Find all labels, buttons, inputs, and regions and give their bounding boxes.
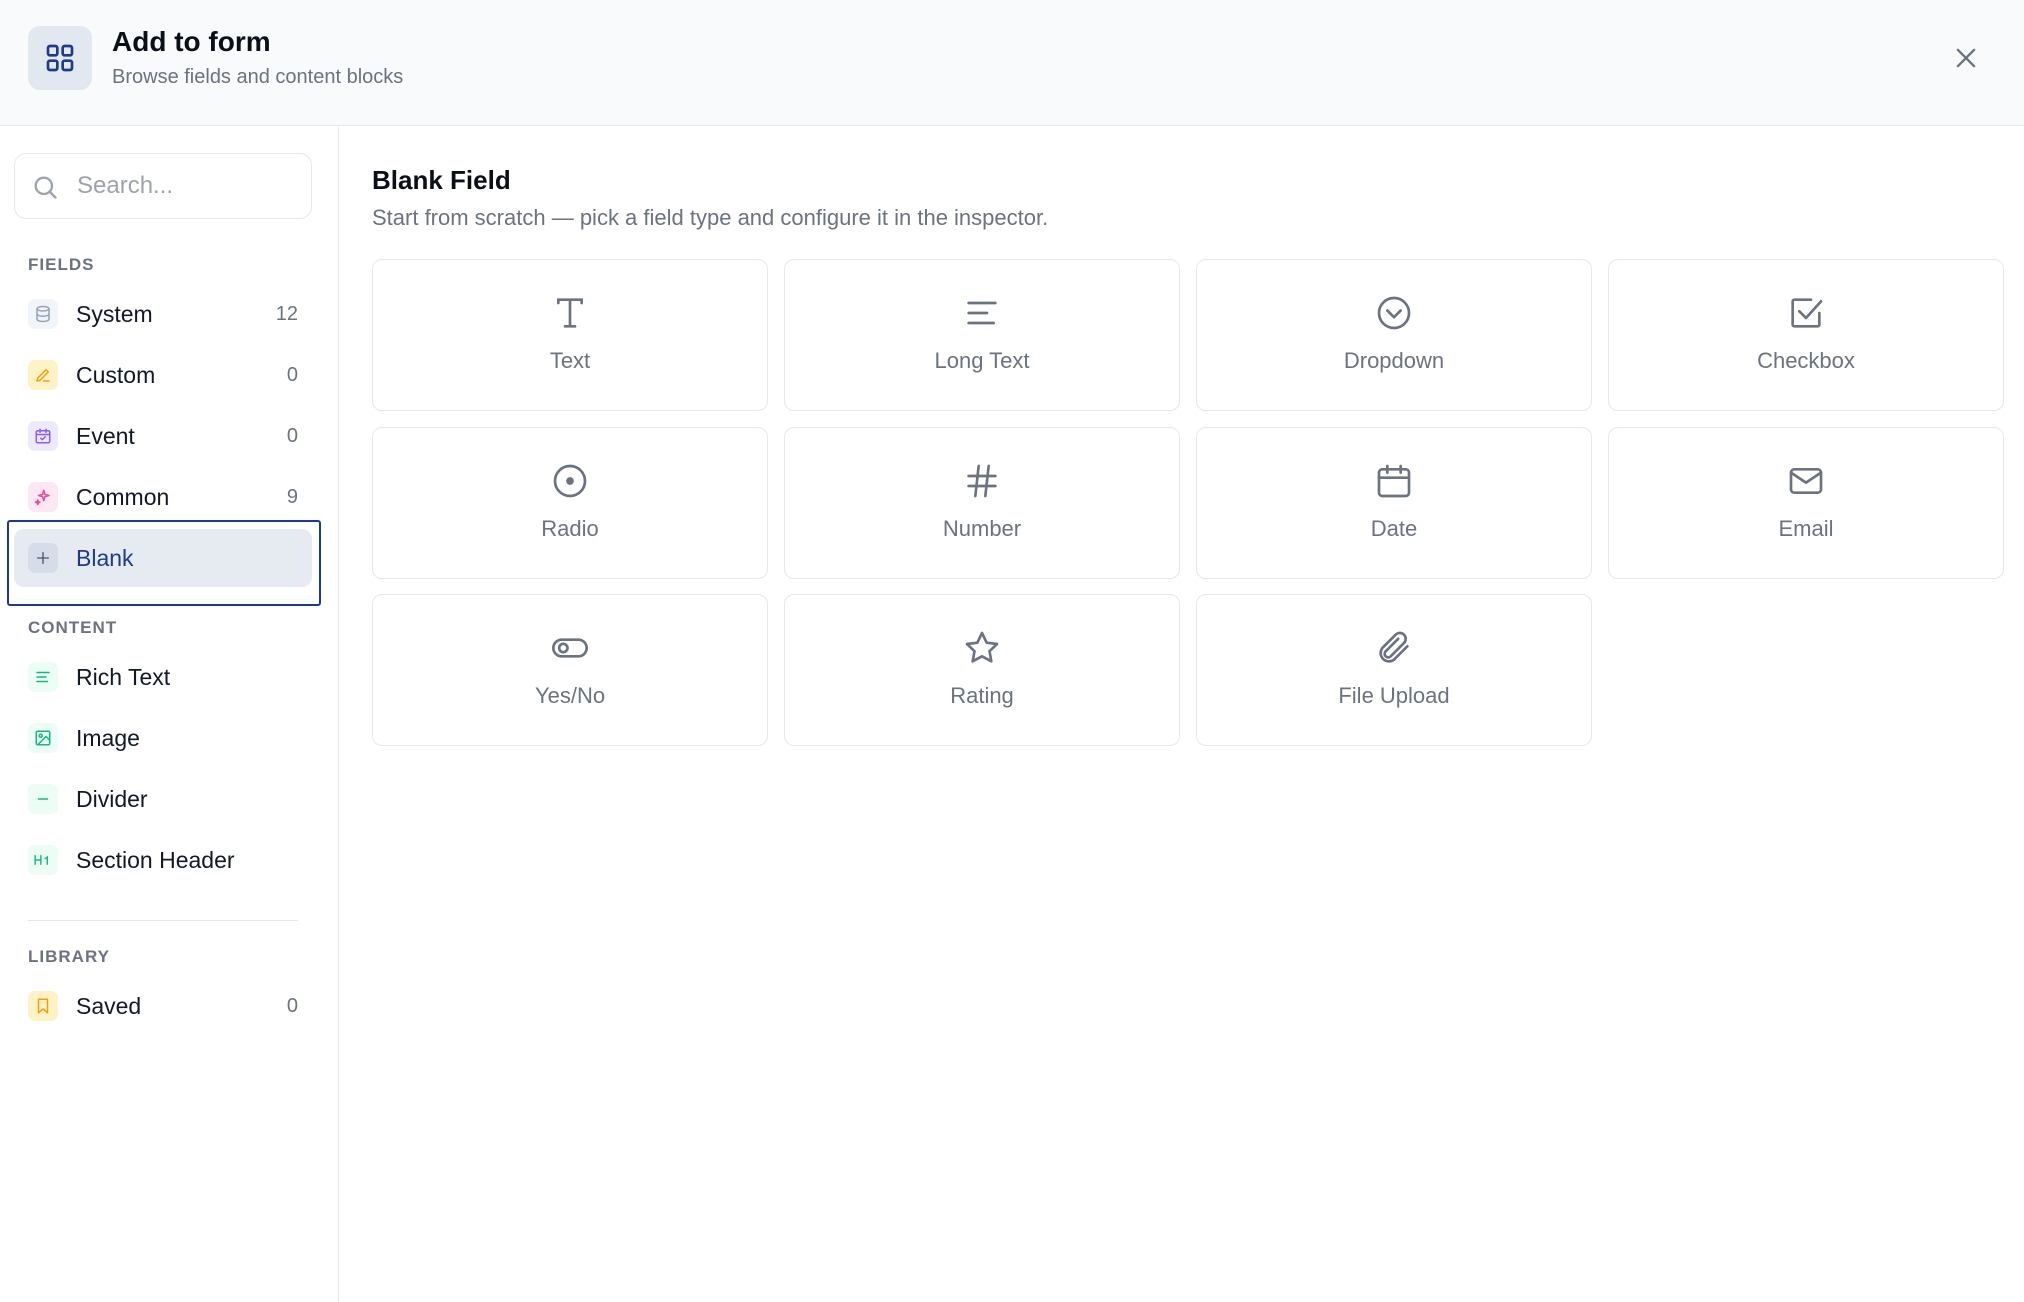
- text-type-icon: [549, 292, 591, 334]
- pencil-icon: [28, 360, 58, 390]
- search-input[interactable]: [77, 166, 297, 206]
- sidebar-item-saved[interactable]: Saved 0: [14, 977, 312, 1035]
- calendar-icon: [1373, 460, 1415, 502]
- field-card-dropdown[interactable]: Dropdown: [1196, 259, 1592, 411]
- close-icon: [1956, 48, 1976, 68]
- sidebar-item-label: Image: [76, 724, 140, 751]
- mail-icon: [1785, 460, 1827, 502]
- main-panel: Blank Field Start from scratch — pick a …: [340, 127, 2024, 1302]
- hash-icon: [961, 460, 1003, 502]
- search-box: [14, 153, 312, 219]
- sidebar-divider: [28, 920, 298, 921]
- plus-icon: [28, 543, 58, 573]
- search-icon: [34, 176, 57, 199]
- field-card-label: Number: [942, 516, 1022, 541]
- field-card-label: Yes/No: [534, 683, 606, 708]
- align-left-icon: [961, 292, 1003, 334]
- field-card-label: Date: [1370, 516, 1418, 541]
- sidebar-item-label: Divider: [76, 785, 148, 812]
- field-card-label: Text: [549, 348, 591, 373]
- field-card-date[interactable]: Date: [1196, 427, 1592, 579]
- sidebar-item-event[interactable]: Event 0: [14, 407, 312, 465]
- sidebar-item-section-header[interactable]: Section Header: [14, 831, 312, 889]
- minus-icon: [28, 784, 58, 814]
- sidebar-item-count: 0: [286, 994, 298, 1017]
- sidebar-item-custom[interactable]: Custom 0: [14, 346, 312, 404]
- sidebar-item-image[interactable]: Image: [14, 709, 312, 767]
- paperclip-icon: [1373, 627, 1415, 669]
- page-description: Start from scratch — pick a field type a…: [372, 205, 1049, 230]
- heading-icon: [28, 845, 58, 875]
- field-card-file-upload[interactable]: File Upload: [1196, 594, 1592, 746]
- sidebar-item-rich-text[interactable]: Rich Text: [14, 648, 312, 706]
- calendar-check-icon: [28, 421, 58, 451]
- sidebar: FIELDS System 12 Custom 0 Event 0: [0, 127, 339, 1302]
- field-card-number[interactable]: Number: [784, 427, 1180, 579]
- chevron-circle-icon: [1373, 292, 1415, 334]
- section-label-library: LIBRARY: [28, 947, 110, 966]
- image-icon: [28, 723, 58, 753]
- field-card-rating[interactable]: Rating: [784, 594, 1180, 746]
- modal-header: Add to form Browse fields and content bl…: [0, 0, 2024, 126]
- page-title: Blank Field: [372, 165, 511, 195]
- field-card-label: Email: [1778, 516, 1834, 541]
- sidebar-item-count: 0: [286, 363, 298, 386]
- field-card-label: Radio: [541, 516, 599, 541]
- field-card-checkbox[interactable]: Checkbox: [1608, 259, 2004, 411]
- sparkles-icon: [28, 482, 58, 512]
- field-card-label: Checkbox: [1757, 348, 1855, 373]
- star-icon: [961, 627, 1003, 669]
- field-card-label: File Upload: [1338, 683, 1450, 708]
- field-card-text[interactable]: Text: [372, 259, 768, 411]
- add-to-form-modal: Add to form Browse fields and content bl…: [0, 0, 2024, 1302]
- sidebar-item-label: Common: [76, 483, 170, 510]
- section-label-fields: FIELDS: [28, 255, 95, 274]
- modal-title: Add to form: [112, 26, 271, 57]
- sidebar-item-count: 0: [286, 424, 298, 447]
- field-card-label: Long Text: [934, 348, 1030, 373]
- text-lines-icon: [28, 662, 58, 692]
- radio-icon: [549, 460, 591, 502]
- field-card-label: Rating: [950, 683, 1014, 708]
- sidebar-item-blank[interactable]: Blank: [14, 529, 312, 587]
- field-card-yes-no[interactable]: Yes/No: [372, 594, 768, 746]
- sidebar-item-label: System: [76, 300, 153, 327]
- sidebar-item-count: 9: [286, 485, 298, 508]
- sidebar-item-divider[interactable]: Divider: [14, 770, 312, 828]
- close-button[interactable]: [1948, 40, 1984, 76]
- field-card-email[interactable]: Email: [1608, 427, 2004, 579]
- modal-subtitle: Browse fields and content blocks: [112, 66, 404, 88]
- checkbox-icon: [1785, 292, 1827, 334]
- section-label-content: CONTENT: [28, 618, 118, 637]
- sidebar-item-count: 12: [275, 302, 298, 325]
- grid-icon: [28, 26, 92, 90]
- sidebar-item-label: Section Header: [76, 846, 235, 873]
- bookmark-icon: [28, 991, 58, 1021]
- sidebar-item-label: Saved: [76, 992, 142, 1019]
- sidebar-item-label: Blank: [76, 544, 134, 571]
- sidebar-item-system[interactable]: System 12: [14, 285, 312, 343]
- sidebar-item-label: Custom: [76, 361, 156, 388]
- database-icon: [28, 299, 58, 329]
- toggle-icon: [549, 627, 591, 669]
- field-card-long-text[interactable]: Long Text: [784, 259, 1180, 411]
- sidebar-item-label: Event: [76, 422, 135, 449]
- sidebar-item-common[interactable]: Common 9: [14, 468, 312, 526]
- field-card-radio[interactable]: Radio: [372, 427, 768, 579]
- sidebar-item-label: Rich Text: [76, 663, 171, 690]
- field-card-label: Dropdown: [1343, 348, 1445, 373]
